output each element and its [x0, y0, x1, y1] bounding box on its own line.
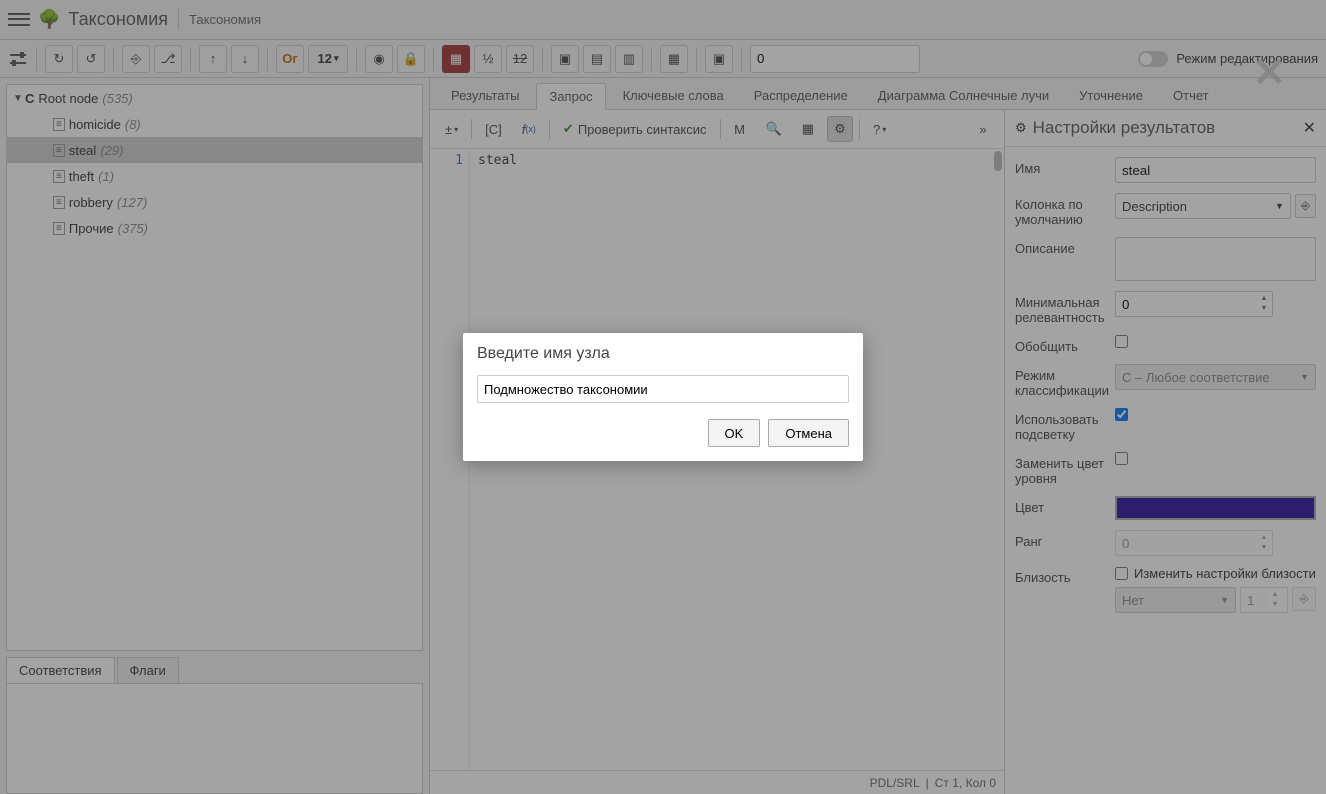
node-name-dialog: Введите имя узла OK Отмена: [463, 333, 863, 461]
ok-button[interactable]: OK: [708, 419, 761, 447]
dialog-title: Введите имя узла: [463, 333, 863, 369]
cancel-button[interactable]: Отмена: [768, 419, 849, 447]
node-name-input[interactable]: [477, 375, 849, 403]
modal-overlay: Введите имя узла OK Отмена: [0, 0, 1326, 794]
